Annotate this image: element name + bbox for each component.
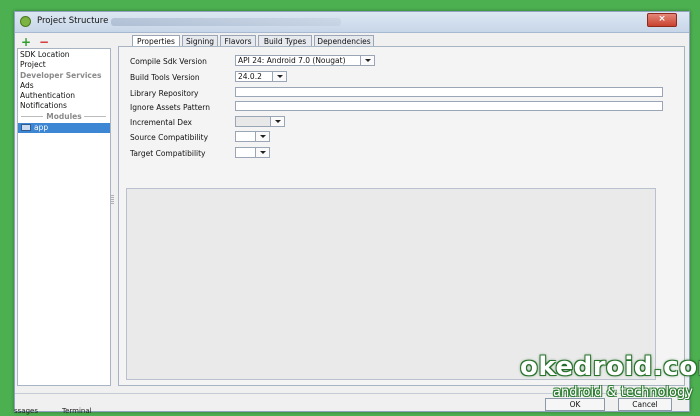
chevron-down-icon[interactable] — [255, 148, 269, 157]
watermark-site: okedroid.com — [520, 352, 700, 382]
remove-icon[interactable]: − — [39, 35, 49, 49]
sidebar-item-sdk-location[interactable]: SDK Location — [20, 50, 70, 59]
watermark-tagline: android & technology — [553, 385, 693, 400]
sidebar-item-ads[interactable]: Ads — [20, 81, 34, 90]
chevron-down-icon[interactable] — [360, 56, 374, 65]
terminal-tab[interactable]: Terminal — [62, 407, 92, 415]
splitter-handle[interactable] — [111, 195, 114, 205]
compile-sdk-select[interactable]: API 24: Android 7.0 (Nougat) — [235, 55, 375, 66]
incremental-dex-select[interactable] — [235, 116, 285, 127]
chevron-down-icon[interactable] — [270, 117, 284, 126]
ignore-assets-label: Ignore Assets Pattern — [130, 103, 211, 112]
module-folder-icon — [21, 124, 31, 131]
library-repository-label: Library Repository — [130, 89, 199, 98]
divider — [84, 116, 106, 117]
chevron-down-icon[interactable] — [255, 132, 269, 141]
messages-tab[interactable]: ssages — [14, 407, 38, 415]
sidebar-item-app[interactable]: app — [18, 123, 110, 133]
library-repository-field[interactable] — [235, 87, 663, 97]
incremental-dex-label: Incremental Dex — [130, 118, 192, 127]
source-compatibility-label: Source Compatibility — [130, 133, 209, 142]
source-compatibility-select[interactable] — [235, 131, 270, 142]
build-tools-select[interactable]: 24.0.2 — [235, 71, 287, 82]
tab-signing[interactable]: Signing — [182, 35, 218, 46]
sidebar-item-authentication[interactable]: Authentication — [20, 91, 75, 100]
sidebar-item-notifications[interactable]: Notifications — [20, 101, 67, 110]
tab-build-types[interactable]: Build Types — [258, 35, 312, 46]
window-title: Project Structure — [37, 16, 109, 26]
tab-dependencies[interactable]: Dependencies — [314, 35, 374, 46]
sidebar-item-label: app — [34, 123, 49, 132]
target-compatibility-label: Target Compatibility — [130, 149, 206, 158]
target-compatibility-select[interactable] — [235, 147, 270, 158]
blurred-project-path — [111, 18, 341, 26]
add-icon[interactable]: + — [21, 35, 31, 49]
chevron-down-icon[interactable] — [272, 72, 286, 81]
build-tools-label: Build Tools Version — [130, 73, 200, 82]
ignore-assets-field[interactable] — [235, 101, 663, 111]
sidebar: SDK Location Project Developer Services … — [17, 48, 111, 386]
tab-flavors[interactable]: Flavors — [220, 35, 256, 46]
compile-sdk-label: Compile Sdk Version — [130, 57, 207, 66]
title-bar: Project Structure × — [15, 12, 689, 33]
android-studio-icon — [20, 16, 31, 27]
properties-panel: Compile Sdk Version API 24: Android 7.0 … — [118, 46, 685, 386]
build-tools-value: 24.0.2 — [238, 72, 262, 81]
compile-sdk-value: API 24: Android 7.0 (Nougat) — [238, 56, 346, 65]
sidebar-item-project[interactable]: Project — [20, 60, 46, 69]
developer-services-header: Developer Services — [20, 71, 102, 80]
close-button[interactable]: × — [647, 13, 677, 27]
